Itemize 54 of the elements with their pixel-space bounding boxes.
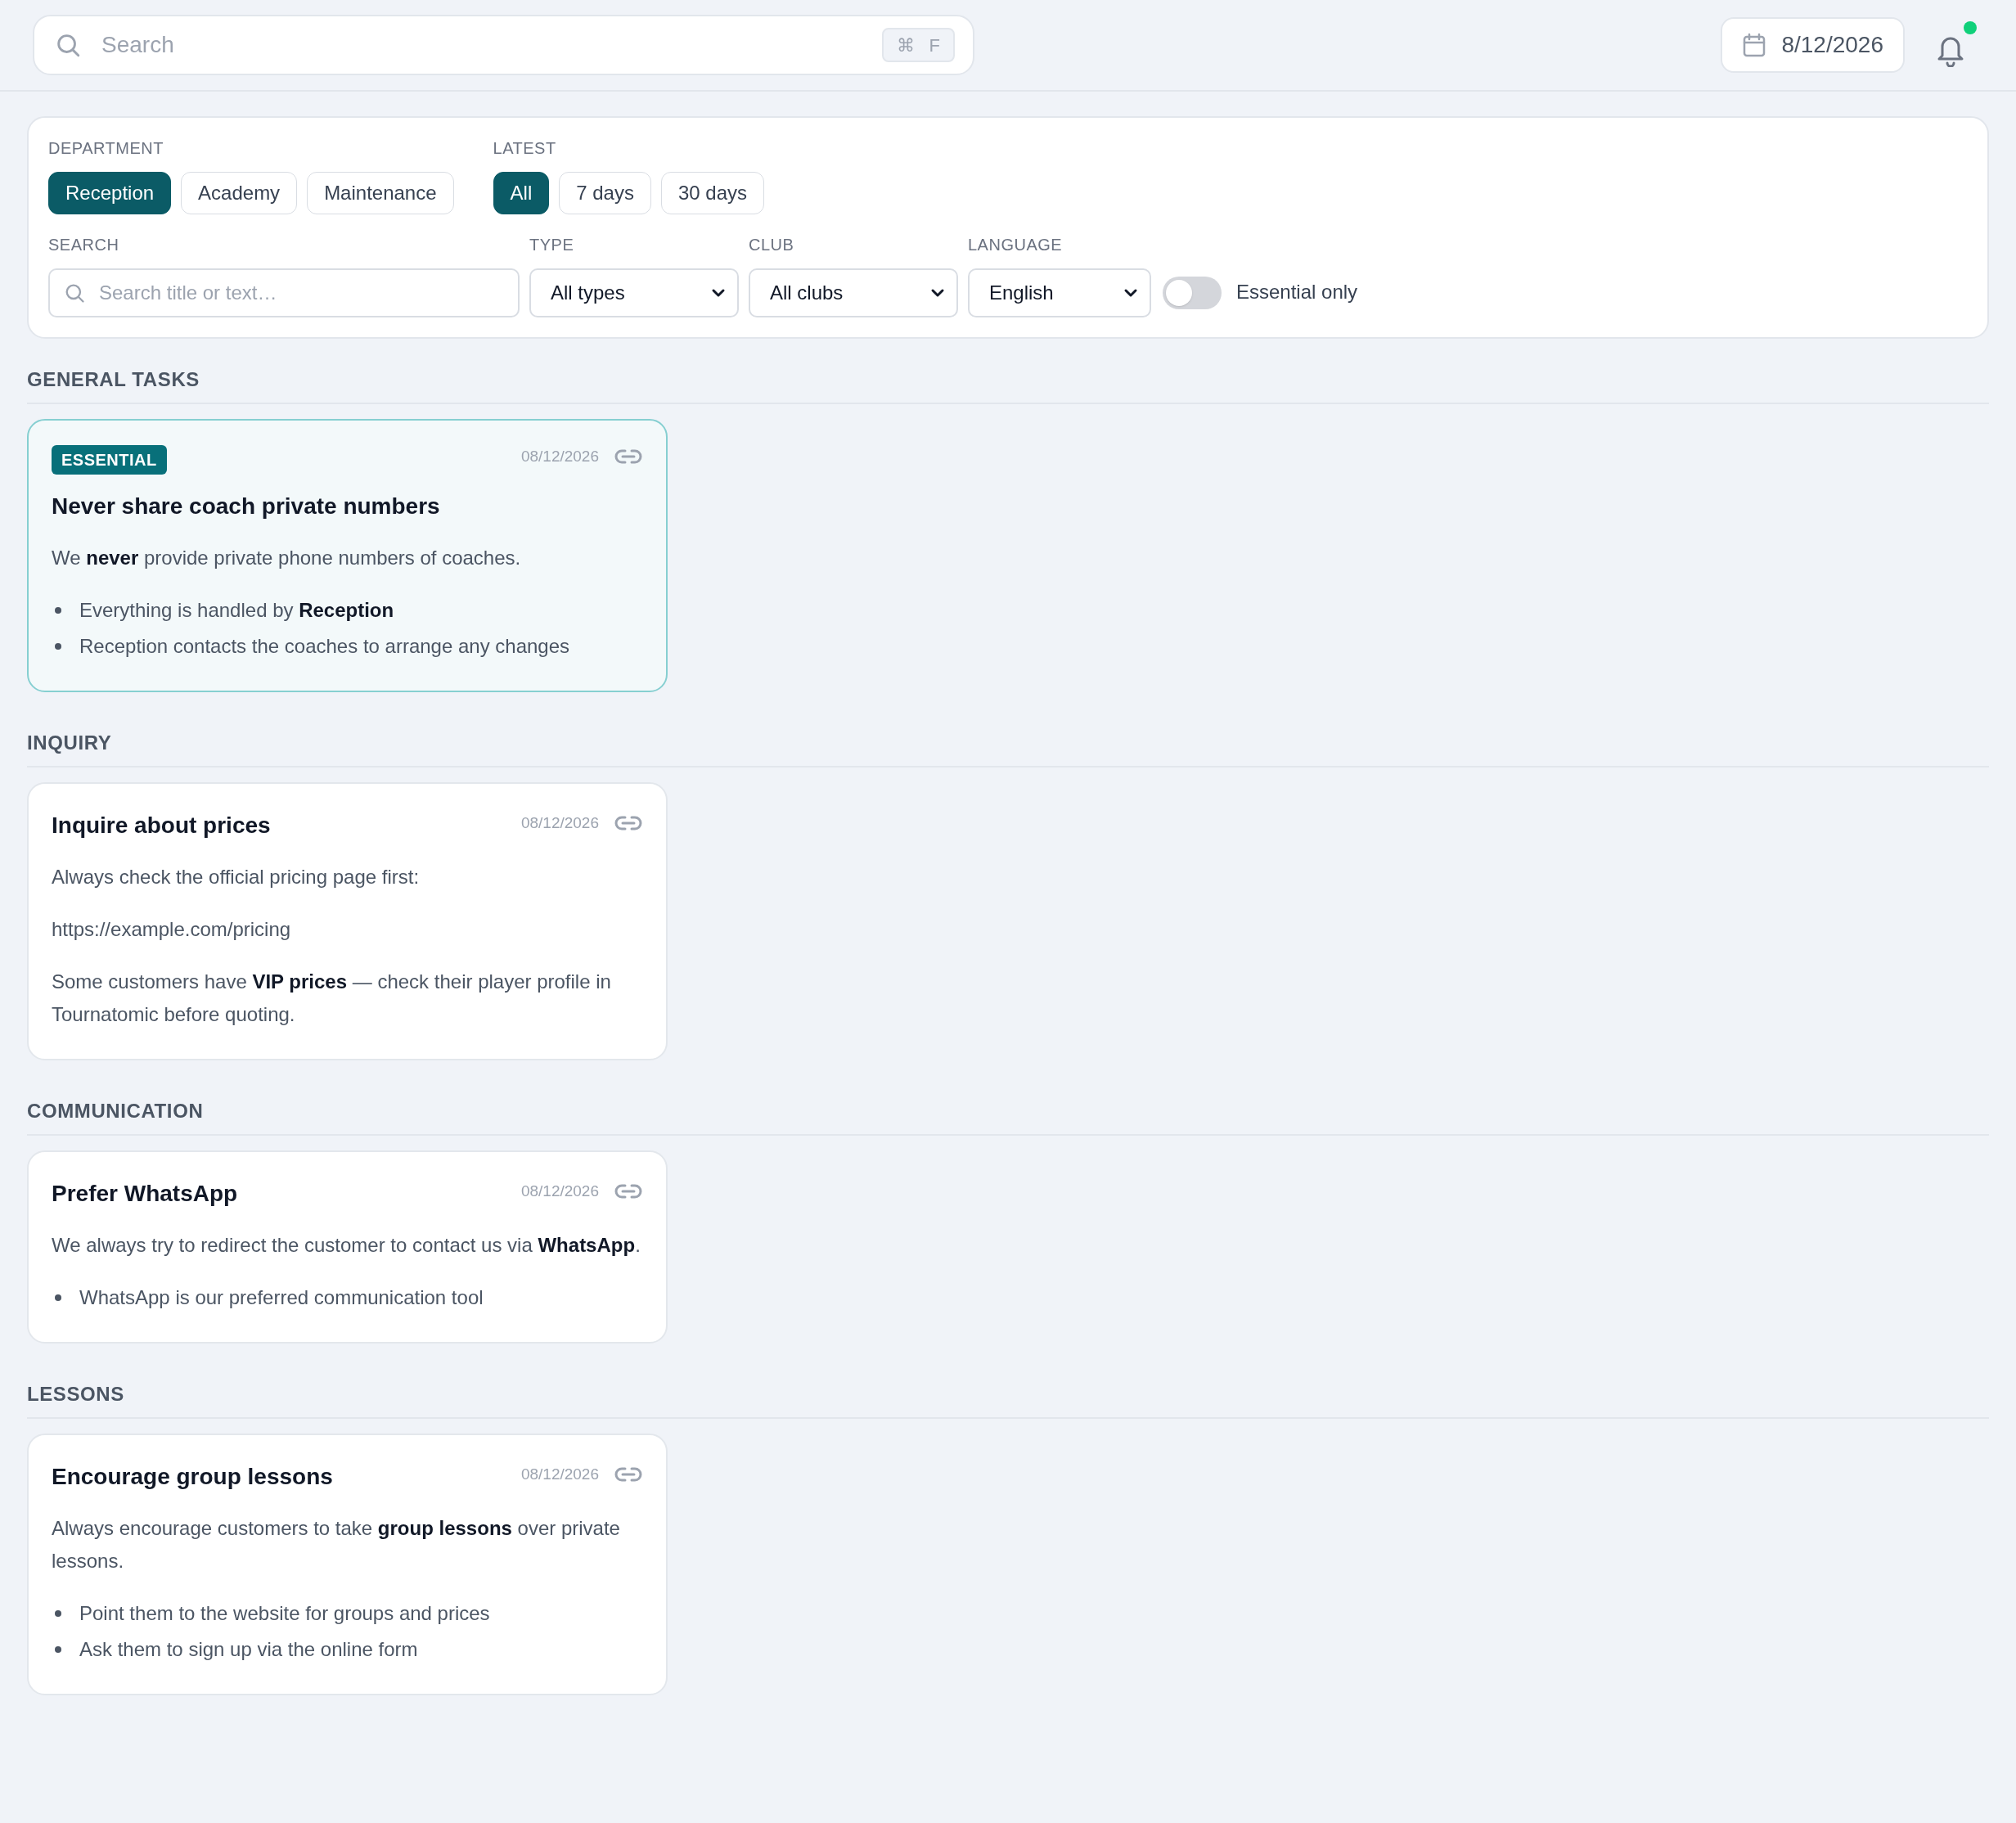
- bullet-icon: [55, 607, 61, 614]
- card-date: 08/12/2026: [520, 447, 599, 466]
- bullet-icon: [55, 1646, 61, 1653]
- filter-label: SEARCH: [48, 235, 120, 255]
- card-text: Always encourage customers to take group lessons over private lessons.: [52, 1516, 621, 1573]
- section-heading: COMMUNICATION: [27, 1096, 1989, 1136]
- card-date: 08/12/2026: [520, 1465, 599, 1484]
- bullet-icon: [55, 643, 61, 650]
- section-heading: LESSONS: [27, 1380, 1989, 1419]
- card-text: https://example.com/pricing: [52, 917, 292, 942]
- card-text: We always try to redirect the customer to contact us via WhatsApp.: [52, 1233, 641, 1258]
- toggle-label: Essential only: [1236, 280, 1358, 304]
- bullet-text: Ask them to sign up via the online form: [79, 1637, 418, 1662]
- filter-chip[interactable]: 7 days: [559, 172, 651, 214]
- section-heading: GENERAL TASKS: [27, 365, 1989, 404]
- essential-badge: ESSENTIAL: [52, 445, 167, 475]
- filter-label: LANGUAGE: [968, 235, 1064, 255]
- card-title: Prefer WhatsApp: [52, 1180, 238, 1208]
- filter-label: LATEST: [493, 138, 557, 159]
- chevron-down-icon: [711, 288, 726, 298]
- filter-chip[interactable]: Academy: [181, 172, 298, 214]
- search-placeholder: Search: [101, 31, 175, 59]
- card-title: Inquire about prices: [52, 812, 271, 839]
- dropdown-select[interactable]: English: [968, 268, 1151, 317]
- filter-label: DEPARTMENT: [48, 138, 164, 159]
- bullet-text: Point them to the website for groups and prices: [79, 1601, 490, 1626]
- card-text: We never provide private phone numbers of coaches.: [52, 546, 522, 570]
- section-heading: INQUIRY: [27, 728, 1989, 767]
- card-date: 08/12/2026: [520, 1182, 599, 1201]
- calendar-icon: [1742, 32, 1767, 58]
- dropdown-select[interactable]: All types: [529, 268, 739, 317]
- card-text: Some customers have VIP prices — check their player profile in Tournatomic before quoting.: [52, 970, 612, 1027]
- bullet-icon: [55, 1610, 61, 1617]
- search-placeholder: Search title or text…: [99, 281, 277, 305]
- dropdown-select[interactable]: All clubs: [749, 268, 958, 317]
- chevron-down-icon: [930, 288, 945, 298]
- filter-label: TYPE: [529, 235, 575, 255]
- shortcut-hint: ⌘ F: [881, 28, 955, 62]
- essential-toggle[interactable]: [1163, 277, 1222, 309]
- card-title: Never share coach private numbers: [52, 493, 441, 520]
- date-button[interactable]: 8/12/2026: [1721, 17, 1905, 73]
- bullet-icon: [55, 1294, 61, 1301]
- chevron-down-icon: [1123, 288, 1138, 298]
- filter-label: CLUB: [749, 235, 795, 255]
- bullet-text: WhatsApp is our preferred communication tool: [79, 1285, 484, 1310]
- bullet-text: Reception contacts the coaches to arrange any changes: [79, 634, 570, 659]
- card-text: Always check the official pricing page first:: [52, 865, 421, 889]
- filter-chip[interactable]: Reception: [48, 172, 172, 214]
- card-date: 08/12/2026: [520, 813, 599, 833]
- filter-chip[interactable]: 30 days: [660, 172, 764, 214]
- filter-chip[interactable]: All: [493, 172, 550, 214]
- filter-chip[interactable]: Maintenance: [307, 172, 454, 214]
- bullet-text: Everything is handled by Reception: [79, 598, 394, 623]
- card-title: Encourage group lessons: [52, 1463, 333, 1491]
